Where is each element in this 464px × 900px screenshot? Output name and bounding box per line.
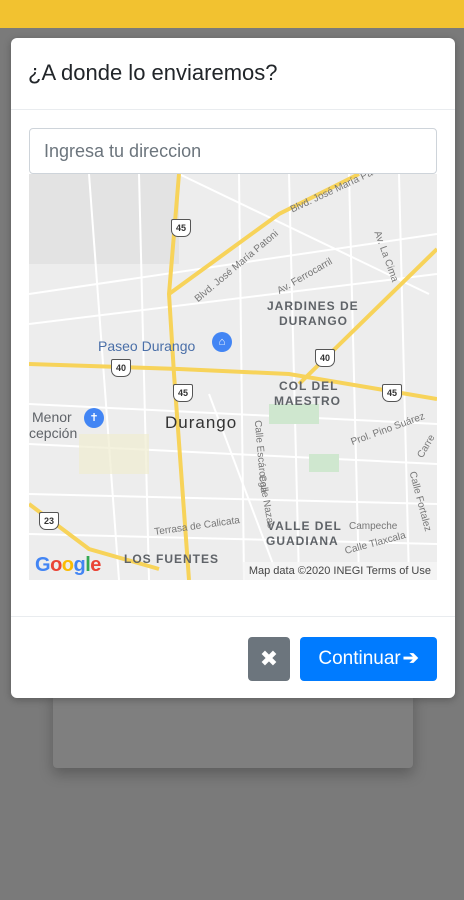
highway-shield-45: 45 [173, 384, 193, 402]
top-app-bar [0, 0, 464, 28]
arrow-right-icon: ➔ [402, 648, 419, 669]
address-modal: ¿A donde lo enviaremos? Ingresa tu direc… [11, 38, 455, 698]
map-label-fuentes: LOS FUENTES [124, 552, 220, 566]
highway-shield-45: 45 [171, 219, 191, 237]
close-button[interactable]: ✖ [248, 637, 290, 681]
address-input[interactable] [29, 128, 437, 174]
map-label-paseo: Paseo Durango [98, 338, 196, 354]
map-label-maestro: MAESTRO [274, 394, 341, 408]
map-view[interactable]: JARDINES DE DURANGO COL DEL MAESTRO Dura… [29, 174, 437, 580]
continue-button[interactable]: Continuar ➔ [300, 637, 437, 681]
background-card [53, 690, 413, 768]
map-label-durango-area: DURANGO [279, 314, 348, 328]
shopping-pin-icon: ⌂ [212, 332, 232, 352]
map-label-menor: Menor [32, 409, 72, 425]
map-attribution[interactable]: Map data ©2020 INEGI Terms of Use [242, 562, 437, 580]
modal-header: ¿A donde lo enviaremos? [11, 38, 455, 110]
footer-divider [11, 616, 455, 617]
map-label-cepcion: cepción [29, 425, 78, 441]
modal-title: ¿A donde lo enviaremos? [28, 60, 278, 85]
map-label-city: Durango [165, 413, 238, 432]
map-label-jardines: JARDINES DE [267, 299, 359, 313]
google-logo: Google [35, 554, 101, 576]
highway-shield-45: 45 [382, 384, 402, 402]
highway-shield-23: 23 [39, 512, 59, 530]
continue-label: Continuar [318, 648, 401, 669]
map-label-col-del: COL DEL [279, 379, 339, 393]
highway-shield-40: 40 [315, 349, 335, 367]
church-pin-icon: ✝ [84, 408, 104, 428]
highway-shield-40: 40 [111, 359, 131, 377]
map-label-guadiana: GUADIANA [266, 534, 339, 548]
times-icon: ✖ [259, 646, 279, 671]
map-label-valle: VALLE DEL [267, 519, 342, 533]
